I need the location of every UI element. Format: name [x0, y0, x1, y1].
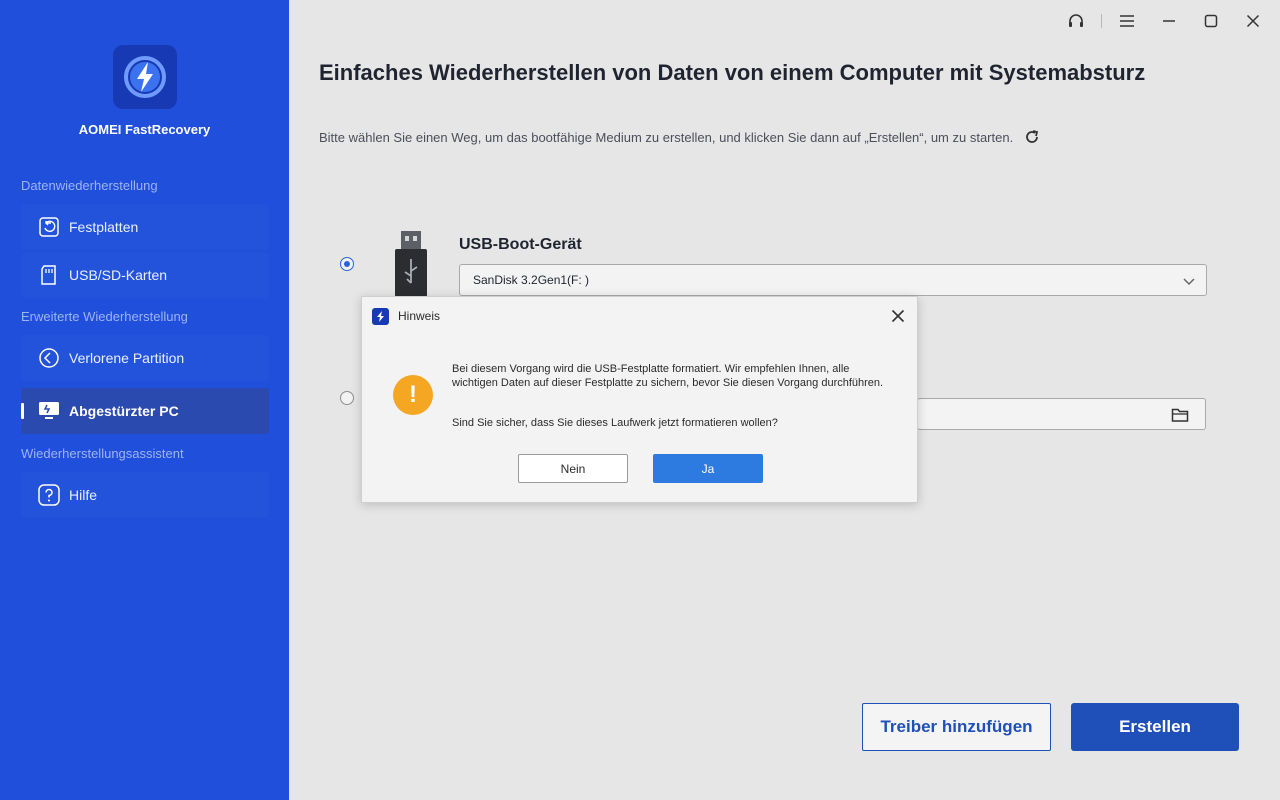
- minimize-button[interactable]: [1152, 8, 1186, 34]
- dialog-message: Bei diesem Vorgang wird die USB-Festplat…: [452, 363, 884, 389]
- usb-option-radio[interactable]: [340, 257, 354, 271]
- refresh-icon: [1026, 130, 1039, 143]
- close-icon: [891, 309, 905, 323]
- usb-device-selected-value: SanDisk 3.2Gen1(F: ): [473, 273, 590, 287]
- restore-disk-icon: [37, 215, 61, 239]
- add-driver-button[interactable]: Treiber hinzufügen: [862, 703, 1051, 751]
- sidebar-item-abgestuerzter-pc[interactable]: Abgestürzter PC: [21, 388, 269, 434]
- no-button[interactable]: Nein: [518, 454, 628, 483]
- usb-boot-device-label: USB-Boot-Gerät: [459, 236, 582, 253]
- window-controls: [1051, 8, 1270, 34]
- iso-option-radio[interactable]: [340, 391, 354, 405]
- instruction-text: Bitte wählen Sie einen Weg, um das bootf…: [319, 129, 1014, 145]
- app-logo-small-icon: [372, 307, 389, 325]
- sidebar-item-label: Verlorene Partition: [69, 350, 185, 366]
- page-title: Einfaches Wiederherstellen von Daten von…: [319, 60, 1146, 85]
- divider: [1101, 14, 1102, 28]
- folder-icon[interactable]: [1171, 407, 1189, 423]
- confirm-format-dialog: Hinweis ! Bei diesem Vorgang wird die US…: [361, 296, 918, 503]
- menu-icon: [1120, 15, 1134, 27]
- dialog-title: Hinweis: [398, 309, 441, 323]
- minimize-icon: [1163, 20, 1175, 22]
- section-label-recovery-assistant: Wiederherstellungsassistent: [21, 446, 184, 461]
- section-label-data-recovery: Datenwiederherstellung: [21, 178, 158, 193]
- sidebar-item-hilfe[interactable]: Hilfe: [21, 472, 269, 518]
- sidebar-item-verlorene-partition[interactable]: Verlorene Partition: [21, 335, 269, 381]
- lightning-logo-icon: [124, 56, 166, 98]
- sidebar-item-usb-sd[interactable]: USB/SD-Karten: [21, 252, 269, 298]
- refresh-button[interactable]: [1023, 128, 1041, 146]
- usb-device-select[interactable]: SanDisk 3.2Gen1(F: ): [459, 264, 1207, 296]
- close-window-button[interactable]: [1236, 8, 1270, 34]
- close-icon: [1246, 14, 1260, 28]
- maximize-button[interactable]: [1194, 8, 1228, 34]
- sidebar-item-label: Festplatten: [69, 219, 139, 235]
- sidebar-item-label: Abgestürzter PC: [69, 403, 179, 419]
- iso-path-field[interactable]: [917, 398, 1206, 430]
- sidebar: AOMEI FastRecovery Datenwiederherstellun…: [0, 0, 289, 800]
- app-name: AOMEI FastRecovery: [78, 122, 211, 137]
- sidebar-item-label: USB/SD-Karten: [69, 267, 168, 283]
- sidebar-item-festplatten[interactable]: Festplatten: [21, 204, 269, 250]
- yes-button[interactable]: Ja: [653, 454, 763, 483]
- headset-icon: [1069, 14, 1083, 27]
- section-label-advanced-recovery: Erweiterte Wiederherstellung: [21, 309, 188, 324]
- monitor-icon: [37, 399, 61, 423]
- menu-button[interactable]: [1110, 8, 1144, 34]
- dialog-question: Sind Sie sicher, dass Sie dieses Laufwer…: [452, 417, 778, 429]
- app-logo: [113, 45, 177, 109]
- dialog-close-button[interactable]: [889, 307, 907, 325]
- create-button[interactable]: Erstellen: [1071, 703, 1239, 751]
- instruction-row: Bitte wählen Sie einen Weg, um das bootf…: [319, 128, 1041, 146]
- warning-icon: !: [393, 375, 433, 415]
- dialog-header: Hinweis: [362, 297, 917, 335]
- usb-drive-icon: [395, 231, 427, 297]
- chevron-down-icon: [1183, 278, 1195, 286]
- sd-card-icon: [37, 263, 61, 287]
- help-icon: [37, 483, 61, 507]
- maximize-icon: [1204, 14, 1218, 28]
- partition-icon: [37, 346, 61, 370]
- sidebar-item-label: Hilfe: [69, 487, 98, 503]
- support-button[interactable]: [1059, 8, 1093, 34]
